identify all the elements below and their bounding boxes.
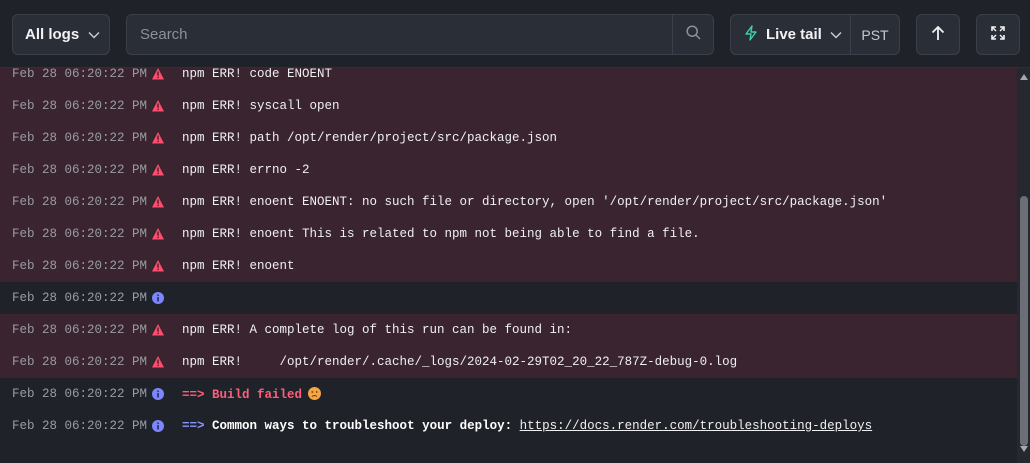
log-timestamp: Feb 28 06:20:22 PM bbox=[12, 227, 148, 241]
log-message: npm ERR! enoent ENOENT: no such file or … bbox=[182, 195, 888, 209]
log-filter-label: All logs bbox=[25, 26, 80, 43]
scroll-up-arrow-icon[interactable] bbox=[1020, 74, 1028, 80]
log-timestamp: Feb 28 06:20:22 PM bbox=[12, 291, 148, 305]
fullscreen-button[interactable] bbox=[976, 14, 1020, 55]
build-failed-text: Build failed bbox=[212, 387, 303, 402]
warning-icon bbox=[151, 355, 165, 369]
timezone-label: PST bbox=[861, 26, 889, 43]
log-timestamp: Feb 28 06:20:22 PM bbox=[12, 387, 148, 401]
log-row: Feb 28 06:20:22 PM bbox=[0, 282, 1017, 314]
log-timestamp: Feb 28 06:20:22 PM bbox=[12, 195, 148, 209]
search-icon bbox=[685, 24, 701, 45]
log-row: Feb 28 06:20:22 PM npm ERR! enoent bbox=[0, 250, 1017, 282]
arrow-up-icon bbox=[931, 25, 945, 45]
troubleshoot-text: Common ways to troubleshoot your deploy: bbox=[212, 419, 513, 433]
log-list: Feb 28 06:20:22 PM npm ERR! code ENOENT … bbox=[0, 68, 1017, 463]
log-message: ==> Common ways to troubleshoot your dep… bbox=[182, 419, 872, 433]
log-message: npm ERR! syscall open bbox=[182, 99, 340, 113]
log-toolbar: All logs Live tail PST bbox=[0, 0, 1030, 68]
log-message: npm ERR! enoent This is related to npm n… bbox=[182, 227, 700, 241]
search-input[interactable] bbox=[127, 15, 673, 54]
log-arrow: ==> bbox=[182, 419, 205, 433]
scrollbar-thumb[interactable] bbox=[1020, 196, 1028, 446]
live-tail-group: Live tail PST bbox=[730, 14, 900, 55]
log-row: Feb 28 06:20:22 PM npm ERR! A complete l… bbox=[0, 314, 1017, 346]
log-scrollbar[interactable] bbox=[1017, 68, 1030, 463]
log-timestamp: Feb 28 06:20:22 PM bbox=[12, 323, 148, 337]
log-row: Feb 28 06:20:22 PM npm ERR! code ENOENT bbox=[0, 68, 1017, 90]
log-row: Feb 28 06:20:22 PM npm ERR! /opt/render/… bbox=[0, 346, 1017, 378]
log-timestamp: Feb 28 06:20:22 PM bbox=[12, 68, 148, 81]
lightning-icon bbox=[744, 24, 758, 45]
log-message: npm ERR! enoent bbox=[182, 259, 295, 273]
log-row: Feb 28 06:20:22 PM ==> Build failed bbox=[0, 378, 1017, 410]
chevron-down-icon bbox=[830, 26, 842, 43]
log-timestamp: Feb 28 06:20:22 PM bbox=[12, 355, 148, 369]
log-row: Feb 28 06:20:22 PM npm ERR! enoent This … bbox=[0, 218, 1017, 250]
log-timestamp: Feb 28 06:20:22 PM bbox=[12, 419, 148, 433]
warning-icon bbox=[151, 68, 165, 81]
log-message: npm ERR! A complete log of this run can … bbox=[182, 323, 573, 337]
warning-icon bbox=[151, 323, 165, 337]
log-timestamp: Feb 28 06:20:22 PM bbox=[12, 163, 148, 177]
warning-icon bbox=[151, 259, 165, 273]
log-message: ==> Build failed bbox=[182, 386, 322, 402]
info-icon bbox=[151, 291, 165, 305]
log-timestamp: Feb 28 06:20:22 PM bbox=[12, 99, 148, 113]
chevron-down-icon bbox=[88, 26, 100, 43]
live-tail-label: Live tail bbox=[766, 26, 822, 43]
live-tail-button[interactable]: Live tail bbox=[731, 15, 850, 54]
troubleshooting-link[interactable]: https://docs.render.com/troubleshooting-… bbox=[520, 419, 873, 433]
log-row: Feb 28 06:20:22 PM npm ERR! errno -2 bbox=[0, 154, 1017, 186]
sad-face-emoji-icon bbox=[308, 386, 322, 400]
log-timestamp: Feb 28 06:20:22 PM bbox=[12, 131, 148, 145]
log-filter-dropdown[interactable]: All logs bbox=[12, 14, 110, 55]
search-button[interactable] bbox=[672, 15, 713, 54]
log-message: npm ERR! errno -2 bbox=[182, 163, 310, 177]
log-row: Feb 28 06:20:22 PM npm ERR! path /opt/re… bbox=[0, 122, 1017, 154]
log-message: npm ERR! path /opt/render/project/src/pa… bbox=[182, 131, 558, 145]
log-message: npm ERR! code ENOENT bbox=[182, 68, 333, 81]
log-row: Feb 28 06:20:22 PM npm ERR! syscall open bbox=[0, 90, 1017, 122]
warning-icon bbox=[151, 227, 165, 241]
search-field bbox=[126, 14, 714, 55]
info-icon bbox=[151, 419, 165, 433]
warning-icon bbox=[151, 163, 165, 177]
scroll-down-arrow-icon[interactable] bbox=[1020, 446, 1028, 452]
warning-icon bbox=[151, 99, 165, 113]
log-timestamp: Feb 28 06:20:22 PM bbox=[12, 259, 148, 273]
warning-icon bbox=[151, 131, 165, 145]
scroll-to-top-button[interactable] bbox=[916, 14, 960, 55]
log-message: npm ERR! /opt/render/.cache/_logs/2024-0… bbox=[182, 355, 738, 369]
timezone-button[interactable]: PST bbox=[850, 15, 899, 54]
fullscreen-icon bbox=[991, 25, 1005, 44]
warning-icon bbox=[151, 195, 165, 209]
log-arrow: ==> bbox=[182, 387, 205, 402]
log-row: Feb 28 06:20:22 PM ==> Common ways to tr… bbox=[0, 410, 1017, 442]
log-row: Feb 28 06:20:22 PM npm ERR! enoent ENOEN… bbox=[0, 186, 1017, 218]
info-icon bbox=[151, 387, 165, 401]
